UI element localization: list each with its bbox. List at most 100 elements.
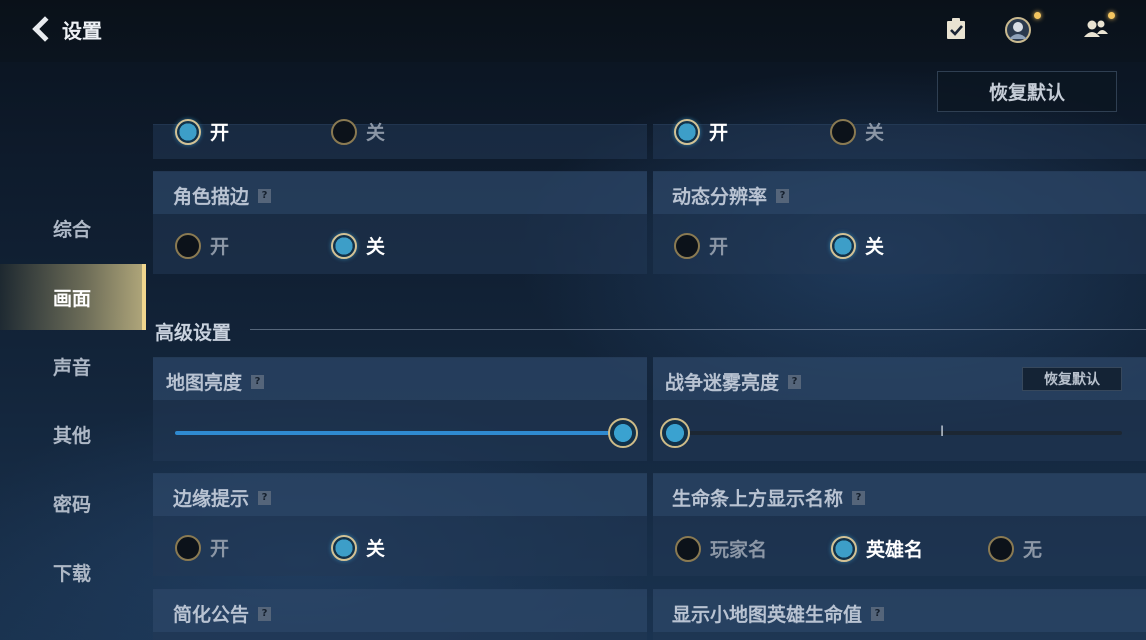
setting-title: 角色描边 ? (173, 182, 272, 209)
help-icon[interactable]: ? (788, 374, 802, 389)
radio-circle (831, 535, 857, 562)
radio-circle (830, 232, 856, 259)
text-cursor-icon: I (940, 424, 945, 440)
divider (250, 329, 1146, 330)
radio-circle (674, 232, 700, 259)
back-button[interactable]: 设置 (30, 14, 102, 44)
friends-icon[interactable] (1082, 16, 1108, 42)
radio-label: 关 (366, 122, 386, 144)
radio-label: 关 (366, 538, 386, 560)
sidebar-item-password[interactable]: 密码 (0, 470, 146, 536)
slider-knob[interactable] (660, 418, 690, 448)
notification-dot (1108, 12, 1115, 19)
help-icon[interactable]: ? (258, 606, 272, 621)
setting-character-outline: 角色描边 ? 开 关 (153, 171, 647, 274)
notification-dot (1034, 12, 1041, 19)
sidebar-item-download[interactable]: 下载 (0, 539, 146, 605)
setting-title-text: 简化公告 (173, 604, 250, 626)
radio-circle (830, 118, 856, 145)
radio-label: 玩家名 (710, 539, 768, 561)
setting-title: 显示小地图英雄生命值 ? (672, 600, 885, 627)
partial-setting-left: 开 关 (153, 118, 647, 159)
top-bar: 设置 (0, 0, 1146, 62)
radio-circle (175, 534, 201, 561)
radio-off[interactable]: 关 (331, 534, 385, 561)
restore-default-button[interactable]: 恢复默认 (937, 71, 1117, 112)
chevron-left-icon (32, 16, 58, 42)
setting-title-text: 动态分辨率 (672, 186, 768, 208)
radio-label: 无 (1023, 539, 1043, 561)
radio-label: 关 (865, 122, 885, 144)
radio-label: 英雄名 (866, 539, 924, 561)
radio-off[interactable]: 关 (331, 232, 385, 259)
radio-off[interactable]: 关 (830, 232, 884, 259)
sidebar-item-label: 综合 (53, 218, 92, 241)
radio-off[interactable]: 关 (830, 118, 884, 145)
radio-hero-name[interactable]: 英雄名 (831, 535, 923, 562)
radio-on[interactable]: 开 (175, 232, 229, 259)
setting-title-text: 边缘提示 (173, 488, 250, 510)
radio-on[interactable]: 开 (175, 534, 229, 561)
radio-label: 开 (210, 236, 230, 258)
setting-title: 地图亮度 ? (166, 368, 265, 395)
sidebar-item-label: 声音 (53, 356, 92, 379)
radio-on[interactable]: 开 (674, 118, 728, 145)
setting-title-text: 战争迷雾亮度 (665, 372, 780, 394)
page-title: 设置 (62, 18, 102, 43)
sidebar-item-label: 密码 (53, 493, 92, 516)
radio-label: 开 (709, 236, 729, 258)
section-title-advanced: 高级设置 (155, 322, 232, 344)
help-icon[interactable]: ? (871, 606, 885, 621)
slider-knob[interactable] (608, 418, 638, 448)
help-icon[interactable]: ? (776, 188, 790, 203)
sidebar-item-other[interactable]: 其他 (0, 401, 146, 467)
setting-title: 生命条上方显示名称 ? (672, 484, 866, 511)
help-icon[interactable]: ? (258, 188, 272, 203)
radio-label: 关 (366, 236, 386, 258)
radio-player-name[interactable]: 玩家名 (675, 535, 767, 562)
setting-title: 战争迷雾亮度 ? (665, 368, 802, 395)
setting-title: 动态分辨率 ? (672, 182, 790, 209)
radio-circle (175, 118, 201, 145)
setting-simplified-notice: 简化公告 ? (153, 589, 647, 640)
partial-setting-right: 开 关 (653, 118, 1146, 159)
fog-restore-default-button[interactable]: 恢复默认 (1022, 367, 1122, 391)
avatar-icon[interactable] (1004, 16, 1031, 43)
radio-circle (675, 535, 701, 562)
radio-on[interactable]: 开 (674, 232, 728, 259)
setting-edge-hint: 边缘提示 ? 开 关 (153, 473, 647, 576)
setting-minimap-hero-hp: 显示小地图英雄生命值 ? (653, 589, 1146, 640)
help-icon[interactable]: ? (852, 490, 866, 505)
setting-title: 简化公告 ? (173, 600, 272, 627)
radio-circle (175, 232, 201, 259)
setting-dynamic-resolution: 动态分辨率 ? 开 关 (653, 171, 1146, 274)
radio-on[interactable]: 开 (175, 118, 229, 145)
sidebar-item-sound[interactable]: 声音 (0, 333, 146, 399)
sidebar-item-general[interactable]: 综合 (0, 195, 146, 261)
setting-title-text: 地图亮度 (166, 372, 243, 394)
setting-title-text: 生命条上方显示名称 (672, 488, 844, 510)
slider-fill (175, 431, 623, 435)
sidebar-item-graphics[interactable]: 画面 (0, 264, 146, 330)
radio-label: 开 (210, 538, 230, 560)
help-icon[interactable]: ? (258, 490, 272, 505)
setting-title-text: 显示小地图英雄生命值 (672, 604, 863, 626)
setting-title-text: 角色描边 (173, 186, 250, 208)
radio-circle (674, 118, 700, 145)
setting-name-above-hp: 生命条上方显示名称 ? 玩家名 英雄名 无 (653, 473, 1146, 576)
setting-title: 边缘提示 ? (173, 484, 272, 511)
radio-circle (331, 232, 357, 259)
radio-none[interactable]: 无 (988, 535, 1042, 562)
tasks-icon[interactable] (943, 16, 969, 42)
radio-off[interactable]: 关 (331, 118, 385, 145)
help-icon[interactable]: ? (251, 374, 265, 389)
slider-track[interactable] (675, 431, 1122, 435)
setting-map-brightness: 地图亮度 ? (153, 357, 647, 461)
radio-label: 开 (709, 122, 729, 144)
radio-circle (988, 535, 1014, 562)
sidebar-item-label: 下载 (53, 562, 92, 585)
radio-circle (331, 118, 357, 145)
sidebar-item-label: 其他 (53, 424, 92, 447)
radio-label: 开 (210, 122, 230, 144)
radio-label: 关 (865, 236, 885, 258)
